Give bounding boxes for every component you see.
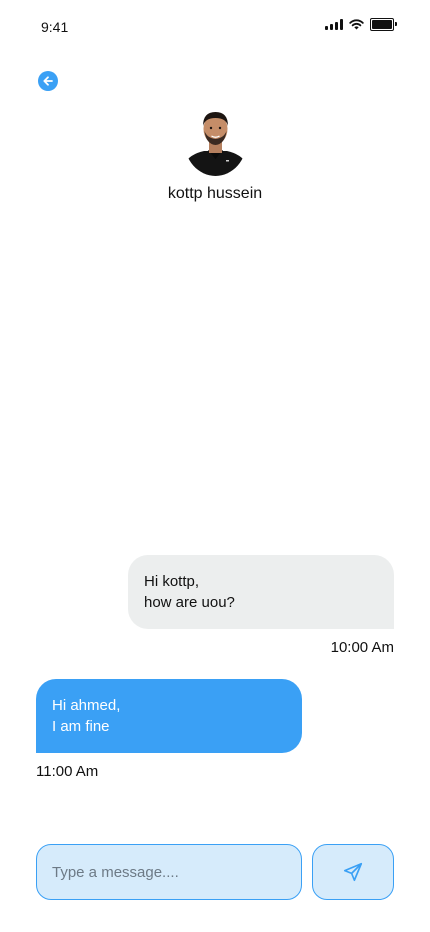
send-icon bbox=[343, 862, 363, 882]
message-time-received: 10:00 Am bbox=[330, 639, 394, 656]
status-time: 9:41 bbox=[41, 19, 69, 35]
message-bubble-received: Hi kottp, how are uou? bbox=[128, 555, 394, 629]
message-input[interactable] bbox=[36, 844, 302, 900]
wifi-icon bbox=[349, 19, 364, 30]
message-bubble-sent: Hi ahmed, I am fine bbox=[36, 679, 302, 753]
contact-avatar[interactable] bbox=[184, 104, 247, 176]
signal-icon bbox=[325, 19, 343, 30]
status-icons bbox=[325, 18, 397, 31]
arrow-left-icon bbox=[43, 76, 53, 86]
send-button[interactable] bbox=[312, 844, 394, 900]
avatar-image bbox=[184, 104, 247, 176]
battery-icon bbox=[370, 18, 397, 31]
back-button[interactable] bbox=[38, 71, 58, 91]
message-time-sent: 11:00 Am bbox=[36, 763, 99, 780]
contact-name: kottp hussein bbox=[167, 185, 263, 202]
